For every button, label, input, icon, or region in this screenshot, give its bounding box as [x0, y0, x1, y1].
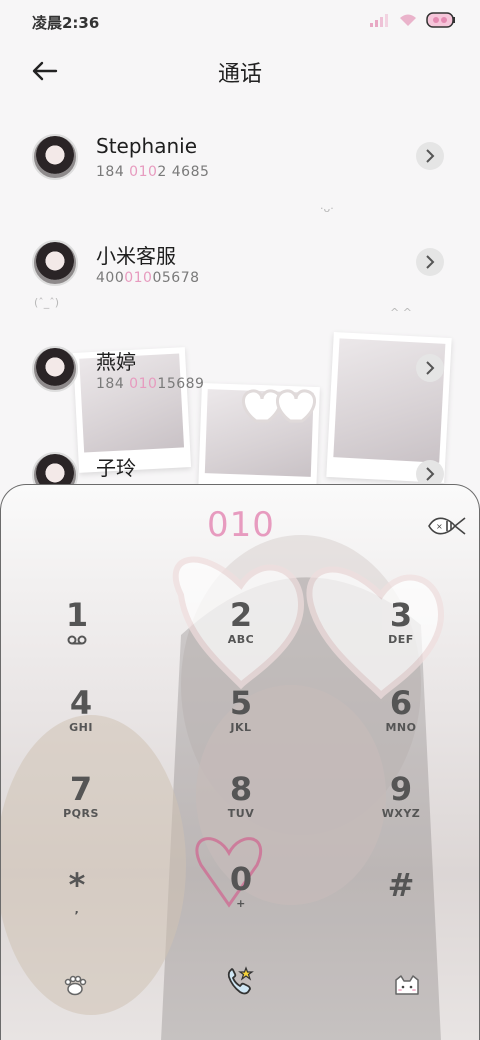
contact-number: 184 01015689 — [96, 376, 205, 392]
dialed-number: 010 — [207, 505, 275, 545]
key-digit: 9 — [389, 770, 413, 808]
wifi-icon — [400, 14, 416, 26]
chevron-right-icon — [426, 149, 435, 163]
key-letters: DEF — [388, 633, 414, 646]
chevron-right-icon — [426, 361, 435, 375]
chevron-right-icon — [426, 255, 435, 269]
dial-key-6[interactable]: 6 MNO — [351, 685, 451, 755]
avatar — [32, 346, 78, 392]
key-digit: 7 — [69, 770, 93, 808]
contact-name: Stephanie — [96, 134, 198, 158]
contact-item[interactable]: 燕婷 184 01015689 — [0, 330, 480, 410]
contact-number: 40001005678 — [96, 270, 200, 286]
key-digit: * — [68, 866, 86, 904]
key-letters: JKL — [230, 721, 252, 734]
contact-item[interactable]: Stephanie 184 0102 4685 — [0, 118, 480, 198]
phone-call-icon — [227, 966, 254, 995]
avatar — [32, 134, 78, 180]
decorative-doodle: ·ᴗ· — [320, 202, 334, 215]
page-title: 通话 — [217, 62, 262, 87]
dialpad-panel: 010 × 1 2 ABC 3 DEF 4 GHI 5 JKL 6 MNO 7 … — [0, 484, 480, 1040]
dial-key-star[interactable]: * , — [27, 867, 127, 937]
dial-key-7[interactable]: 7 PQRS — [31, 771, 131, 841]
dial-key-hash[interactable]: # — [351, 867, 451, 937]
chevron-right-icon — [426, 467, 435, 481]
key-digit: 1 — [65, 596, 89, 634]
dial-key-1[interactable]: 1 — [27, 597, 127, 667]
cat-button[interactable] — [387, 965, 427, 1005]
status-time: 凌晨2:36 — [32, 14, 100, 32]
contact-detail-button[interactable] — [416, 142, 444, 170]
key-letters: WXYZ — [381, 807, 421, 820]
key-letters: ABC — [227, 633, 255, 646]
key-digit: 0 — [229, 860, 253, 898]
dial-key-4[interactable]: 4 GHI — [31, 685, 131, 755]
dial-key-8[interactable]: 8 TUV — [191, 771, 291, 841]
status-bar: 凌晨2:36 — [0, 0, 480, 44]
contact-name: 子玲 — [96, 456, 136, 480]
status-icons — [370, 12, 456, 28]
contact-number: 184 0102 4685 — [96, 164, 210, 180]
cat-face-icon — [395, 975, 419, 995]
contact-detail-button[interactable] — [416, 248, 444, 276]
signal-icon — [370, 14, 388, 27]
key-digit: 5 — [229, 684, 253, 722]
fish-bone-icon[interactable]: × — [425, 513, 467, 539]
key-letters: TUV — [227, 807, 255, 820]
battery-icon — [426, 12, 455, 28]
dialpad-background-art — [1, 535, 445, 1040]
contact-item[interactable]: 小米客服 40001005678 — [0, 224, 480, 304]
dial-key-9[interactable]: 9 WXYZ — [351, 771, 451, 841]
svg-text:×: × — [436, 522, 443, 531]
key-letters: GHI — [69, 721, 93, 734]
decorative-doodle: ^ ^ — [390, 306, 412, 319]
key-digit: 3 — [389, 596, 413, 634]
contact-name: 小米客服 — [96, 244, 176, 268]
key-letters: + — [236, 897, 246, 910]
key-digit: 4 — [69, 684, 93, 722]
key-digit: # — [387, 866, 415, 904]
key-digit: 2 — [229, 596, 253, 634]
call-button[interactable] — [221, 961, 261, 1001]
dial-key-0[interactable]: 0 + — [191, 861, 291, 931]
key-digit: 8 — [229, 770, 253, 808]
key-letters: , — [74, 903, 80, 916]
header: 通话 — [0, 48, 480, 92]
contact-name: 燕婷 — [96, 350, 136, 374]
dial-key-3[interactable]: 3 DEF — [351, 597, 451, 667]
paw-icon — [64, 975, 87, 996]
voicemail-icon — [67, 635, 87, 645]
key-letters: PQRS — [63, 807, 99, 820]
dial-key-2[interactable]: 2 ABC — [191, 597, 291, 667]
key-digit: 6 — [389, 684, 413, 722]
dial-key-5[interactable]: 5 JKL — [191, 685, 291, 755]
contact-detail-button[interactable] — [416, 354, 444, 382]
key-letters: MNO — [385, 721, 417, 734]
avatar — [32, 240, 78, 286]
paw-button[interactable] — [55, 965, 95, 1005]
